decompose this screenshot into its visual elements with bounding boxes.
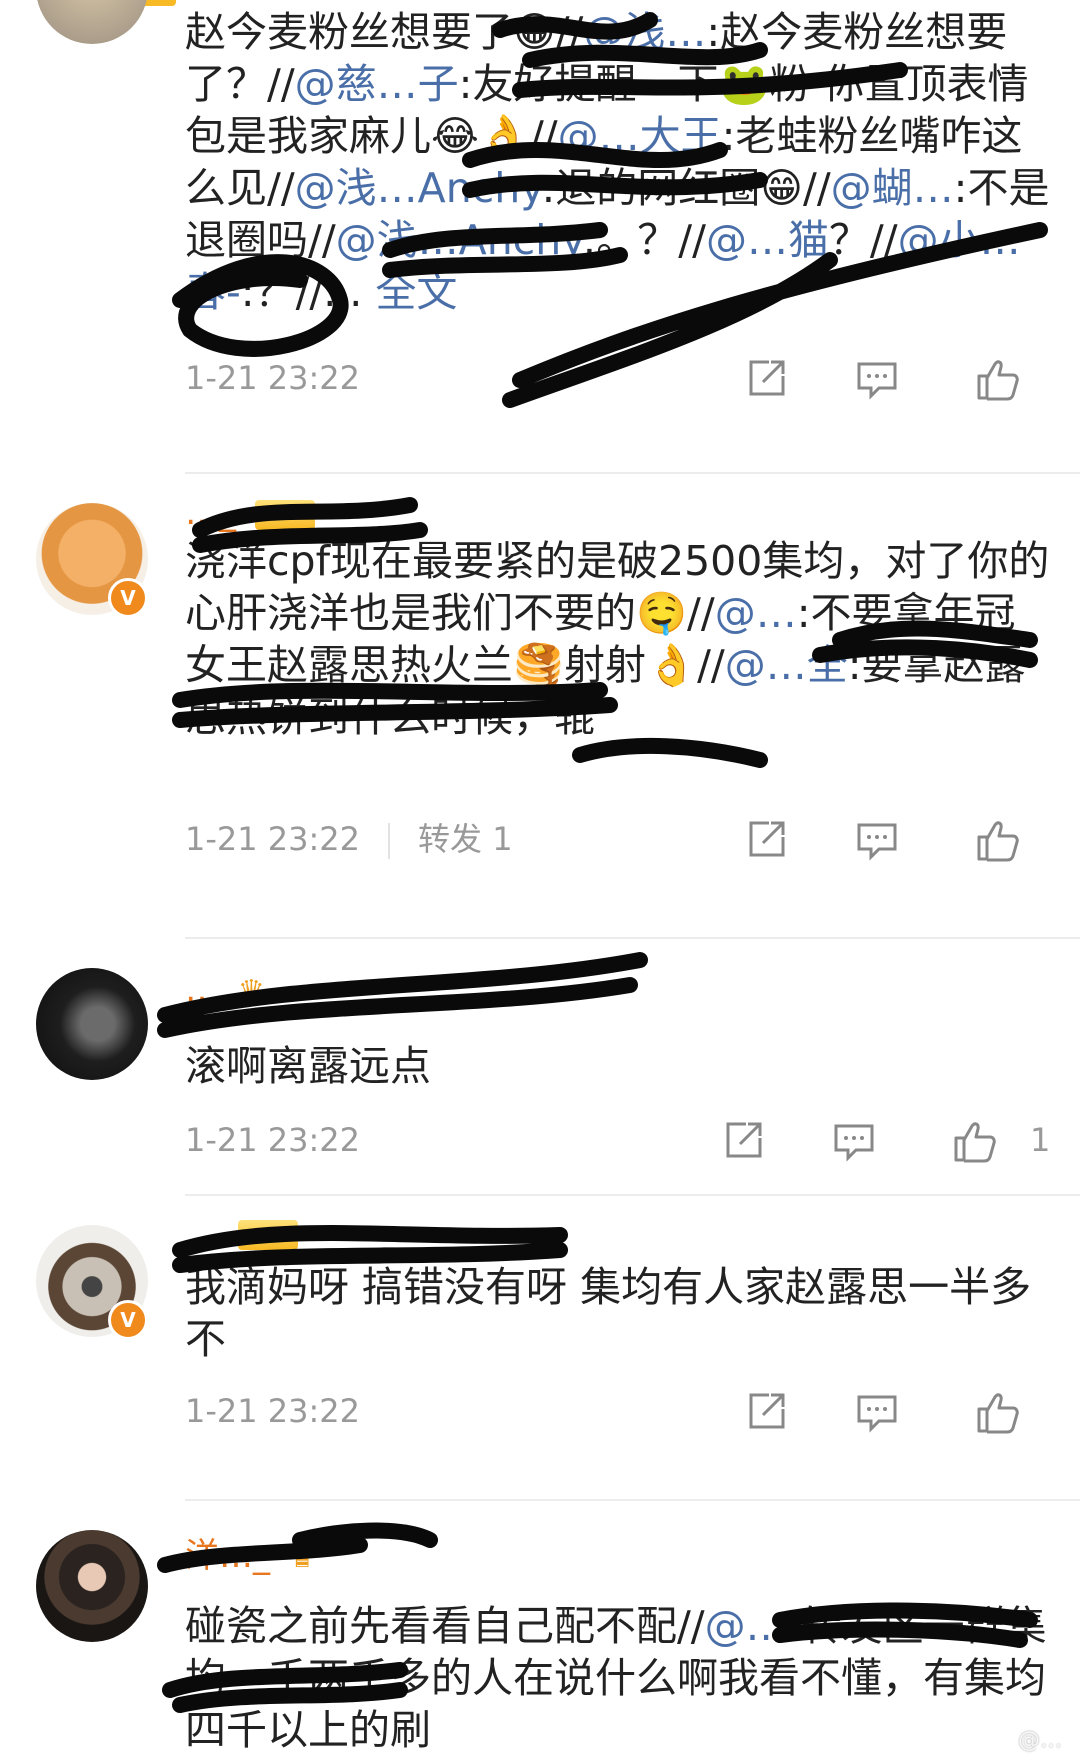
share-out-icon (745, 1389, 789, 1433)
mention-link[interactable]: @…全 (725, 641, 848, 689)
avatar[interactable] (36, 1530, 148, 1642)
verified-badge: V (108, 578, 148, 618)
mention-link[interactable]: @浅… (583, 8, 706, 56)
comment-segment: 我滴妈呀 搞错没有呀 集均有人家赵露思一半多不 (185, 1263, 1032, 1363)
comment-segment: :退的网红圈😁// (541, 164, 831, 212)
crown-icon: ♛ (288, 1539, 316, 1575)
like-count: 1 (1030, 1121, 1051, 1159)
comment-text: 浇洋cpf现在最要紧的是破2500集均，对了你的心肝浇洋也是我们不要的🤤//@…… (185, 535, 1055, 743)
comment-meta: 1-21 23:22 (185, 358, 360, 398)
thumbs-up-icon (975, 1389, 1021, 1435)
like-button[interactable] (952, 1118, 998, 1164)
mention-link[interactable]: @蝴… (831, 164, 954, 212)
meta-separator (388, 823, 391, 859)
comment-icon (855, 358, 899, 402)
username[interactable]: … ♛ (185, 968, 265, 1012)
username[interactable]: 洋…_ ♛ (185, 1534, 316, 1578)
verified-badge: V (108, 1300, 148, 1340)
username[interactable]: …_ (185, 491, 315, 535)
divider (185, 1499, 1080, 1501)
comment-text: 赵今麦粉丝想要了😁//@浅…:赵今麦粉丝想要了？//@慈…子:友好提醒一下🐸粉 … (185, 6, 1055, 318)
like-button[interactable] (975, 1389, 1021, 1435)
repost-button[interactable] (722, 1118, 766, 1162)
repost-button[interactable] (745, 817, 789, 861)
comment-segment: 赵今麦粉丝想要了😁// (185, 8, 584, 56)
share-out-icon (722, 1118, 766, 1162)
username-text: … (185, 970, 219, 1010)
comment-segment: :？//... (240, 268, 363, 316)
mention-link[interactable]: @浅…Anchy (295, 164, 542, 212)
comment-segment: ？// (828, 216, 898, 264)
like-button[interactable] (975, 356, 1021, 402)
thumbs-up-icon (975, 356, 1021, 402)
divider (185, 937, 1080, 939)
comment-text: 滚啊离露远点 (185, 1040, 1055, 1092)
repost-count[interactable]: 转发 1 (418, 820, 513, 858)
crown-icon: ♛ (237, 973, 265, 1009)
mention-link[interactable]: @…猫 (706, 216, 829, 264)
mention-link[interactable]: @浅…Anchy (336, 216, 583, 264)
comment-button[interactable] (855, 819, 899, 863)
like-button[interactable] (975, 817, 1021, 863)
mention-link[interactable]: @慈…子 (295, 60, 459, 108)
repost-button[interactable] (745, 1389, 789, 1433)
mention-link[interactable]: @…大王 (558, 112, 722, 160)
comment-button[interactable] (855, 1391, 899, 1435)
comment-meta: 1-21 23:22 (185, 1120, 360, 1160)
username-text: 洋…_ (185, 1536, 270, 1576)
thumbs-up-icon (975, 817, 1021, 863)
username-text: …_ (185, 493, 236, 533)
avatar[interactable] (36, 0, 148, 44)
share-out-icon (745, 817, 789, 861)
watermark: @… (1018, 1728, 1062, 1753)
comment-icon (832, 1120, 876, 1164)
read-more-link[interactable]: 全文 (375, 268, 457, 316)
comment-time: 1-21 23:22 (185, 1121, 361, 1159)
comment-icon (855, 819, 899, 863)
level-badge (237, 1219, 298, 1250)
comment-button[interactable] (855, 358, 899, 402)
divider (185, 472, 1080, 474)
comment-text: 碰瓷之前先看看自己配不配//@…:转发区一群集均一千两千多的人在说什么啊我看不懂… (185, 1600, 1055, 1756)
comment-meta: 1-21 23:22 (185, 1391, 360, 1431)
repost-button[interactable] (745, 356, 789, 400)
avatar[interactable] (36, 968, 148, 1080)
comment-time: 1-21 23:22 (185, 820, 361, 858)
comment-text: 我滴妈呀 搞错没有呀 集均有人家赵露思一半多不 (185, 1261, 1055, 1365)
comment-segment: :。？// (582, 216, 706, 264)
comment-time: 1-21 23:22 (185, 1392, 361, 1430)
username[interactable]: … (185, 1211, 298, 1255)
comment-time: 1-21 23:22 (185, 359, 361, 397)
comment-icon (855, 1391, 899, 1435)
comment-segment: 滚啊离露远点 (185, 1042, 431, 1090)
comment-feed: 赵今麦粉丝想要了😁//@浅…:赵今麦粉丝想要了？//@慈…子:友好提醒一下🐸粉 … (0, 0, 1080, 1761)
level-badge (254, 499, 315, 530)
comment-meta: 1-21 23:22 转发 1 (185, 819, 513, 859)
mention-link[interactable]: @… (715, 589, 797, 637)
comment-button[interactable] (832, 1120, 876, 1164)
mention-link[interactable]: @… (705, 1602, 787, 1650)
thumbs-up-icon (952, 1118, 998, 1164)
username-text: … (185, 1213, 219, 1253)
share-out-icon (745, 356, 789, 400)
comment-segment: 碰瓷之前先看看自己配不配// (185, 1602, 705, 1650)
divider (185, 1194, 1080, 1196)
